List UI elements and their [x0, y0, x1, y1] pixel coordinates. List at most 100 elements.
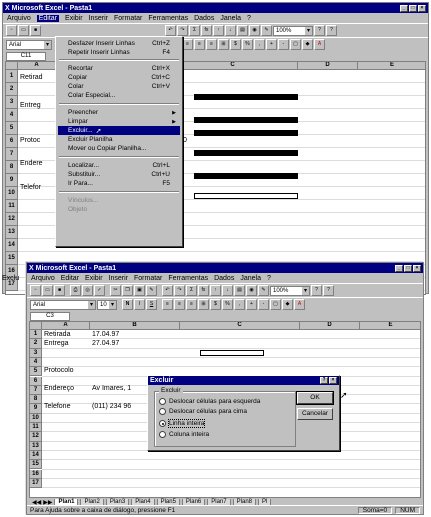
maximize-button[interactable]: □	[404, 264, 412, 272]
row-header[interactable]: 8	[6, 161, 18, 174]
row-header[interactable]: 15	[30, 460, 42, 470]
cell-a1[interactable]: Retirada	[44, 331, 70, 338]
row-header[interactable]: 10	[30, 413, 42, 423]
fill-color-icon[interactable]: ◆	[302, 39, 313, 50]
menu-formatar[interactable]: Formatar	[114, 15, 142, 22]
menu-exibir[interactable]: Exibir	[65, 15, 83, 22]
zoom-select[interactable]: 100%	[270, 285, 310, 296]
radio-entire-column[interactable]: Coluna inteira	[159, 431, 209, 438]
autosum-icon[interactable]: Σ	[189, 25, 200, 36]
menu-item-repeat[interactable]: Repetir Inserir Linhas F4	[58, 48, 180, 57]
cell-b6-partial[interactable]: 0	[183, 137, 187, 144]
row-header[interactable]: 3	[30, 348, 42, 358]
merge-center-icon[interactable]: ⊞	[198, 299, 209, 310]
cut-icon[interactable]: ✂	[110, 285, 121, 296]
copy-icon[interactable]: ❐	[122, 285, 133, 296]
menu-item-find[interactable]: Localizar... Ctrl+L	[58, 161, 180, 170]
help-icon[interactable]: ?	[323, 285, 334, 296]
preview-icon[interactable]: ◎	[82, 285, 93, 296]
menu-ferramentas[interactable]: Ferramentas	[168, 275, 208, 282]
col-header-c[interactable]: C	[168, 62, 298, 70]
tipwizard-icon[interactable]: ?	[314, 25, 325, 36]
cell-b2[interactable]: 27.04.97	[92, 340, 119, 347]
thousands-icon[interactable]: ,	[234, 299, 245, 310]
function-icon[interactable]: fx	[201, 25, 212, 36]
col-header-c[interactable]: C	[180, 322, 300, 330]
menu-inserir[interactable]: Inserir	[89, 15, 108, 22]
col-header-a[interactable]: A	[42, 322, 90, 330]
map-icon[interactable]: ◉	[249, 25, 260, 36]
increase-decimal-icon[interactable]: +	[246, 299, 257, 310]
row-header[interactable]: 17	[30, 478, 42, 489]
menu-item-fill[interactable]: Preencher ▶	[58, 108, 180, 117]
row-header[interactable]: 14	[6, 239, 18, 252]
menu-item-delete-sheet[interactable]: Excluir Planilha	[58, 135, 180, 144]
format-painter-icon[interactable]: ✎	[146, 285, 157, 296]
dialog-close-button[interactable]: ×	[329, 377, 337, 384]
row-header[interactable]: 4	[30, 357, 42, 368]
menu-item-delete[interactable]: Excluir... ➚	[58, 126, 180, 135]
sort-asc-icon[interactable]: ↑	[210, 285, 221, 296]
menu-item-undo[interactable]: Desfazer Inserir Linhas Ctrl+Z	[58, 39, 180, 48]
fill-color-icon[interactable]: ◆	[282, 299, 293, 310]
increase-decimal-icon[interactable]: +	[266, 39, 277, 50]
percent-icon[interactable]: %	[242, 39, 253, 50]
cell-c3-selected[interactable]	[200, 350, 264, 356]
font-color-icon[interactable]: A	[294, 299, 305, 310]
save-icon[interactable]: ■	[30, 25, 41, 36]
row-header[interactable]: 12	[6, 213, 18, 226]
menu-inserir[interactable]: Inserir	[109, 275, 128, 282]
font-size-select[interactable]: 10	[97, 299, 117, 310]
maximize-button[interactable]: □	[409, 4, 417, 12]
row-header[interactable]: 15	[6, 252, 18, 265]
row-header[interactable]: 7	[30, 385, 42, 396]
menu-janela[interactable]: Janela	[220, 15, 241, 22]
row-header[interactable]: 1	[6, 70, 18, 83]
menu-ferramentas[interactable]: Ferramentas	[148, 15, 188, 22]
currency-icon[interactable]: $	[210, 299, 221, 310]
drawing-icon[interactable]: ✎	[261, 25, 272, 36]
borders-icon[interactable]: ▢	[270, 299, 281, 310]
bold-icon[interactable]: N	[122, 299, 133, 310]
menu-item-cut[interactable]: Recortar Ctrl+X	[58, 64, 180, 73]
menu-exibir[interactable]: Exibir	[85, 275, 103, 282]
cell-a8[interactable]: Endere	[20, 160, 43, 167]
font-color-icon[interactable]: A	[314, 39, 325, 50]
decrease-decimal-icon[interactable]: -	[278, 39, 289, 50]
col-header-d[interactable]: D	[298, 62, 358, 70]
align-left-icon[interactable]: ≡	[162, 299, 173, 310]
paste-icon[interactable]: ▣	[134, 285, 145, 296]
radio-entire-row[interactable]: Linha inteira	[159, 419, 206, 428]
menu-item-clear[interactable]: Limpar ▶	[58, 117, 180, 126]
menu-editar[interactable]: Editar	[61, 275, 79, 282]
name-box[interactable]: C3	[30, 312, 70, 321]
row-header[interactable]: 14	[30, 450, 42, 461]
undo-icon[interactable]: ↶	[165, 25, 176, 36]
row-header[interactable]: 9	[30, 404, 42, 414]
close-button[interactable]: ×	[413, 264, 421, 272]
align-center-icon[interactable]: ≡	[194, 39, 205, 50]
menu-item-paste[interactable]: Colar Ctrl+V	[58, 82, 180, 91]
cell-a2[interactable]: Entrega	[44, 340, 69, 347]
cell-b7[interactable]: Av Imares, 1	[92, 385, 131, 392]
minimize-button[interactable]: _	[395, 264, 403, 272]
cell-a9[interactable]: Telefone	[44, 403, 70, 410]
radio-shift-left[interactable]: Deslocar células para esquerda	[159, 398, 260, 405]
row-header[interactable]: 1	[30, 330, 42, 340]
menu-dados[interactable]: Dados	[214, 275, 234, 282]
redo-icon[interactable]: ↷	[177, 25, 188, 36]
map-icon[interactable]: ◉	[246, 285, 257, 296]
radio-shift-up[interactable]: Deslocar células para cima	[159, 408, 247, 415]
col-header-b[interactable]: B	[90, 322, 180, 330]
tipwizard-icon[interactable]: ?	[311, 285, 322, 296]
align-left-icon[interactable]: ≡	[182, 39, 193, 50]
menu-item-copy[interactable]: Copiar Ctrl+C	[58, 73, 180, 82]
undo-icon[interactable]: ↶	[162, 285, 173, 296]
align-right-icon[interactable]: ≡	[206, 39, 217, 50]
cell-a5[interactable]: Protocolo	[44, 367, 74, 374]
select-all-corner[interactable]	[30, 322, 42, 330]
cell-a6[interactable]: Protoc	[20, 137, 40, 144]
sort-desc-icon[interactable]: ↓	[225, 25, 236, 36]
cell-a10[interactable]: Telefor	[20, 184, 41, 191]
menu-help[interactable]: ?	[267, 275, 271, 282]
